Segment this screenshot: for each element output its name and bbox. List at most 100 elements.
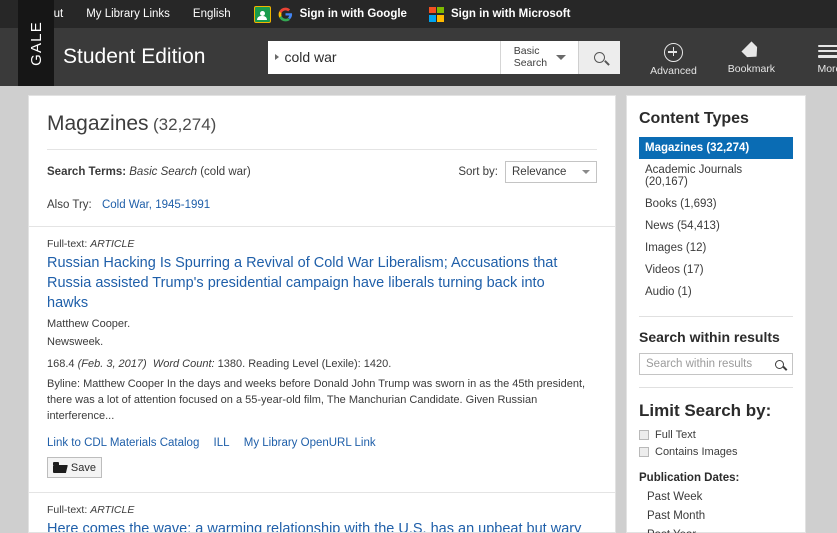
full-text-label: Full Text xyxy=(655,429,696,441)
search-mode-label: Basic Search xyxy=(514,45,547,69)
also-try-row: Also Try: Cold War, 1945-1991 xyxy=(29,183,615,211)
result-fulltext-type: ARTICLE xyxy=(90,238,135,250)
search-within-placeholder: Search within results xyxy=(646,358,753,370)
more-tool[interactable]: More xyxy=(803,43,837,75)
advanced-search-tool[interactable]: Advanced xyxy=(647,42,699,77)
result-reading-level: Reading Level (Lexile): 1420. xyxy=(248,358,392,370)
publication-dates-heading: Publication Dates: xyxy=(639,472,740,484)
result-fulltext-label: Full-text: xyxy=(47,504,88,516)
save-button-label: Save xyxy=(70,461,96,474)
sidebar-item-magazines[interactable]: Magazines (32,274) xyxy=(639,137,793,159)
search-terms-query: (cold war) xyxy=(200,166,251,178)
google-g-icon-svg xyxy=(278,7,292,21)
result-fulltext-line: Full-text: ARTICLE xyxy=(47,504,597,516)
sidebar-item-videos[interactable]: Videos (17) xyxy=(639,259,793,281)
publication-date-past-year[interactable]: Past Year xyxy=(639,529,793,533)
search-submit-button[interactable] xyxy=(578,40,621,74)
search-icon xyxy=(594,51,606,63)
page-title: Magazines xyxy=(47,112,149,135)
result-source: Newsweek. xyxy=(47,336,104,348)
google-signin-group[interactable]: Sign in with Google xyxy=(253,5,407,23)
result-item: Full-text: ARTICLE Russian Hacking Is Sp… xyxy=(29,227,615,478)
facets-sidebar: Content Types Magazines (32,274) Academi… xyxy=(626,95,806,533)
google-signin-label: Sign in with Google xyxy=(299,8,407,20)
advanced-search-label: Advanced xyxy=(650,64,697,77)
result-wordcount-label: Word Count: xyxy=(152,358,215,370)
sort-control: Sort by: Relevance xyxy=(458,161,597,183)
chevron-down-icon xyxy=(556,54,567,60)
result-wordcount: 1380. xyxy=(217,358,246,370)
sidebar-item-news[interactable]: News (54,413) xyxy=(639,215,793,237)
bookmark-label: Bookmark xyxy=(727,62,776,75)
results-panel: Magazines (32,274) Search Terms: Basic S… xyxy=(28,95,616,533)
result-snippet: Byline: Matthew Cooper In the days and w… xyxy=(47,378,586,422)
search-input[interactable]: cold war xyxy=(268,40,501,74)
result-fulltext-type: ARTICLE xyxy=(90,504,135,516)
app-header: GALE Student Edition cold war Basic Sear… xyxy=(0,0,837,86)
result-title-link[interactable]: Here comes the wave: a warming relations… xyxy=(47,519,587,532)
search-mode-dropdown[interactable]: Basic Search xyxy=(500,40,579,74)
sort-by-dropdown[interactable]: Relevance xyxy=(505,161,597,183)
search-mode-line1: Basic xyxy=(513,45,540,57)
sort-by-value: Relevance xyxy=(512,166,567,178)
folder-icon xyxy=(53,462,67,473)
result-link-cdl-catalog[interactable]: Link to CDL Materials Catalog xyxy=(47,437,199,449)
language-link[interactable]: English xyxy=(193,8,231,20)
search-icon[interactable] xyxy=(775,359,784,369)
full-text-checkbox[interactable] xyxy=(639,430,649,440)
search-terms: Search Terms: Basic Search (cold war) xyxy=(47,166,251,178)
save-button[interactable]: Save xyxy=(47,457,102,478)
search-input-value: cold war xyxy=(284,49,337,65)
microsoft-icon xyxy=(428,6,444,22)
result-date: (Feb. 3, 2017) xyxy=(77,358,147,370)
publication-date-past-week[interactable]: Past Week xyxy=(639,491,793,503)
search-terms-mode: Basic Search xyxy=(129,166,198,178)
search-caret-icon xyxy=(275,54,280,60)
also-try-link[interactable]: Cold War, 1945-1991 xyxy=(102,199,210,211)
top-utility-bar: Logout My Library Links English Sign in … xyxy=(0,0,837,28)
result-item: Full-text: ARTICLE Here comes the wave: … xyxy=(29,493,615,532)
hamburger-menu-icon xyxy=(818,43,837,60)
limit-full-text-row[interactable]: Full Text xyxy=(639,429,793,441)
content-types-list: Magazines (32,274) Academic Journals (20… xyxy=(639,137,793,303)
limit-contains-images-row[interactable]: Contains Images xyxy=(639,446,793,458)
product-title: Student Edition xyxy=(63,45,206,68)
bookmark-icon xyxy=(741,41,761,61)
result-link-ill[interactable]: ILL xyxy=(214,437,230,449)
content-types-heading: Content Types xyxy=(639,110,749,127)
search-terms-label: Search Terms: xyxy=(47,166,127,178)
search-within-heading: Search within results xyxy=(639,329,780,345)
sidebar-item-images[interactable]: Images (12) xyxy=(639,237,793,259)
divider xyxy=(639,387,793,388)
my-library-links-link[interactable]: My Library Links xyxy=(86,8,170,20)
search-within-input[interactable]: Search within results xyxy=(639,353,793,375)
contains-images-label: Contains Images xyxy=(655,446,738,458)
result-links: Link to CDL Materials Catalog ILL My Lib… xyxy=(47,437,597,449)
publication-date-past-month[interactable]: Past Month xyxy=(639,510,793,522)
bookmark-tool[interactable]: Bookmark xyxy=(725,43,777,75)
chevron-down-icon xyxy=(582,170,590,174)
sidebar-item-academic-journals[interactable]: Academic Journals (20,167) xyxy=(639,159,793,193)
result-author: Matthew Cooper. xyxy=(47,318,131,330)
microsoft-signin-group[interactable]: Sign in with Microsoft xyxy=(428,6,571,22)
result-title-link[interactable]: Russian Hacking Is Spurring a Revival of… xyxy=(47,253,587,313)
gale-logo-text: GALE xyxy=(27,20,45,66)
result-volume: 168.4 xyxy=(47,358,75,370)
sidebar-item-audio[interactable]: Audio (1) xyxy=(639,281,793,303)
advanced-search-icon xyxy=(663,42,683,62)
search-mode-line2: Search xyxy=(513,57,548,69)
page-body: Magazines (32,274) Search Terms: Basic S… xyxy=(0,86,837,533)
sort-label: Sort by: xyxy=(458,166,498,178)
search-terms-row: Search Terms: Basic Search (cold war) So… xyxy=(29,150,615,183)
sidebar-item-books[interactable]: Books (1,693) xyxy=(639,193,793,215)
gale-logo[interactable]: GALE xyxy=(18,0,54,86)
result-link-openurl[interactable]: My Library OpenURL Link xyxy=(244,437,376,449)
result-fulltext-line: Full-text: ARTICLE xyxy=(47,238,597,250)
contains-images-checkbox[interactable] xyxy=(639,447,649,457)
result-meta: 168.4 (Feb. 3, 2017) Word Count: 1380. R… xyxy=(47,358,597,370)
microsoft-signin-label: Sign in with Microsoft xyxy=(450,8,571,20)
header-tools: Advanced Bookmark More xyxy=(647,38,837,77)
also-try-label: Also Try: xyxy=(47,199,92,211)
result-fulltext-label: Full-text: xyxy=(47,238,88,250)
google-classroom-icon[interactable] xyxy=(253,5,271,23)
